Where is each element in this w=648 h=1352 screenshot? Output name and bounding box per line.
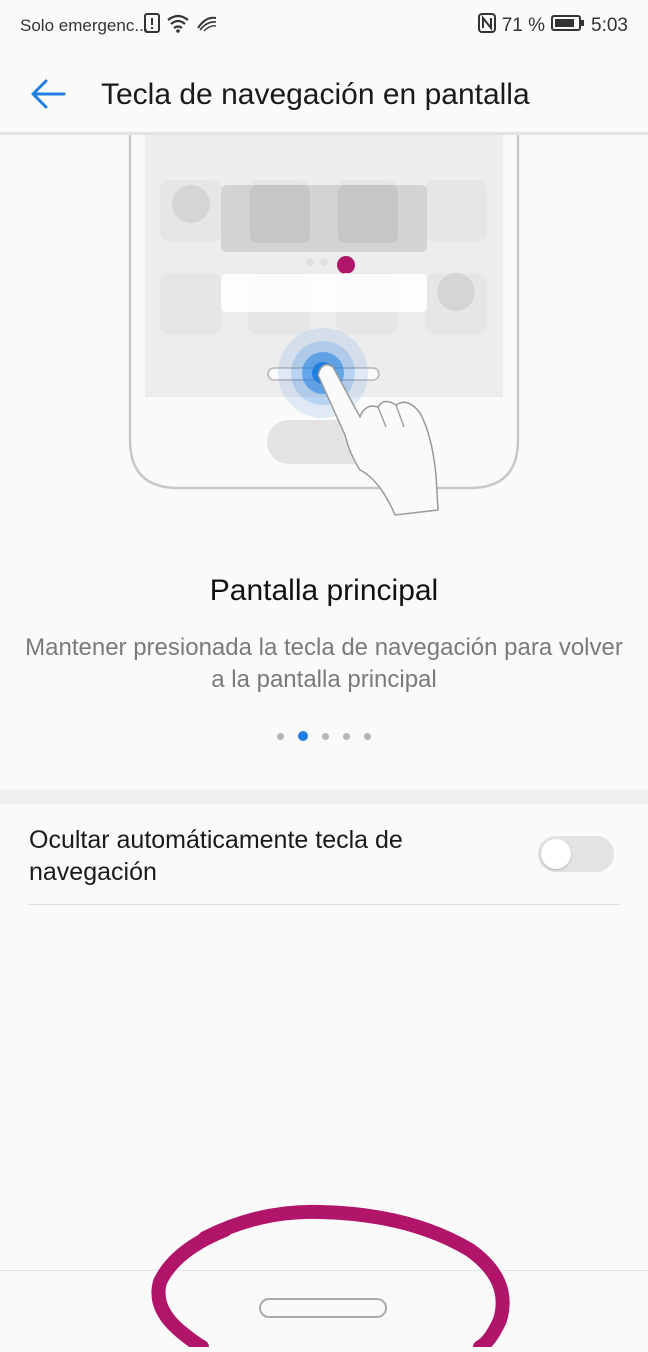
pager-dot-active[interactable] — [298, 731, 308, 741]
auto-hide-setting-row[interactable]: Ocultar automáticamente tecla de navegac… — [0, 804, 648, 906]
section-divider — [0, 789, 648, 804]
app-bar: Tecla de navegación en pantalla — [0, 52, 648, 134]
navigation-bar-divider — [0, 1270, 648, 1271]
swype-icon — [196, 14, 218, 37]
page-title: Tecla de navegación en pantalla — [101, 78, 530, 111]
pager-dot[interactable] — [277, 732, 284, 740]
row-divider — [29, 904, 619, 905]
navigation-key-pill[interactable] — [259, 1298, 387, 1318]
sim-alert-icon — [144, 13, 160, 38]
tutorial-illustration — [0, 135, 648, 525]
clock: 5:03 — [591, 15, 628, 36]
carrier-label: Solo emergenc... — [20, 16, 149, 35]
auto-hide-label: Ocultar automáticamente tecla de navegac… — [29, 826, 403, 886]
wifi-icon — [166, 13, 190, 38]
battery-icon — [551, 14, 585, 38]
auto-hide-toggle[interactable] — [538, 836, 614, 872]
nfc-icon — [477, 13, 496, 39]
status-bar: Solo emergenc... 71 % 5:03 — [0, 0, 648, 52]
pager-dot[interactable] — [364, 732, 371, 740]
tutorial-pager — [0, 731, 648, 741]
tutorial-description: Mantener presionada la tecla de navegaci… — [25, 634, 623, 693]
pager-dot[interactable] — [322, 732, 329, 740]
tutorial-title: Pantalla principal — [209, 574, 439, 607]
back-button[interactable] — [28, 76, 68, 112]
battery-percent: 71 % — [501, 15, 546, 36]
annotation-circle — [0, 1190, 648, 1352]
arrow-left-icon — [28, 76, 68, 117]
pager-dot[interactable] — [343, 732, 350, 740]
toggle-knob — [541, 839, 571, 869]
